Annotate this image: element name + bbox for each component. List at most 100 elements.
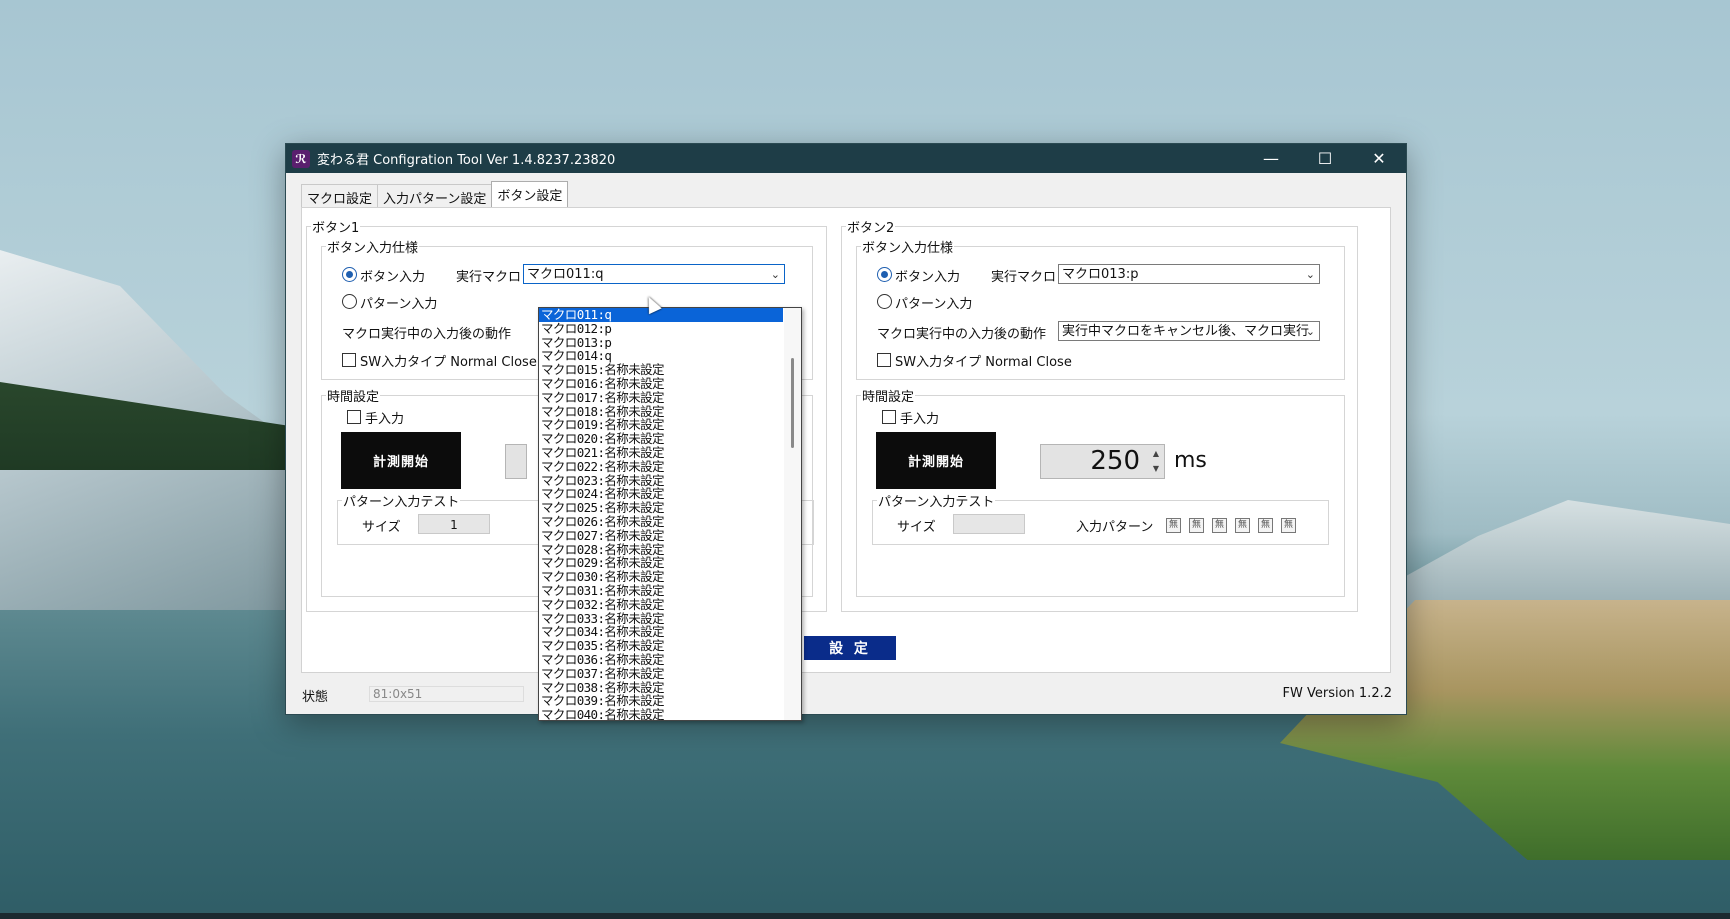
button1-spec-title: ボタン入力仕様 bbox=[327, 241, 419, 256]
button1-during-exec-label: マクロ実行中の入力後の動作 bbox=[342, 327, 512, 342]
chevron-down-icon: ⌄ bbox=[770, 268, 780, 281]
tab-strip: マクロ設定 入力パターン設定 ボタン設定 bbox=[301, 181, 569, 209]
button1-time-input[interactable] bbox=[505, 444, 527, 479]
button1-size-label: サイズ bbox=[362, 520, 401, 535]
maximize-button[interactable]: ☐ bbox=[1298, 144, 1352, 173]
dropdown-item[interactable]: マクロ038:名称未設定 bbox=[539, 681, 783, 695]
dropdown-item[interactable]: マクロ013:p bbox=[539, 336, 783, 350]
dropdown-item[interactable]: マクロ033:名称未設定 bbox=[539, 612, 783, 626]
taskbar-edge bbox=[0, 913, 1730, 919]
tab-input-pattern-settings[interactable]: 入力パターン設定 bbox=[377, 184, 493, 208]
dropdown-item[interactable]: マクロ017:名称未設定 bbox=[539, 391, 783, 405]
button2-sw-type-checkbox[interactable] bbox=[877, 353, 891, 367]
button2-measure-button[interactable]: 計測開始 bbox=[876, 432, 996, 489]
close-button[interactable]: ✕ bbox=[1352, 144, 1406, 173]
window-title: 変わる君 Configration Tool Ver 1.4.8237.2382… bbox=[317, 153, 616, 168]
button2-pattern-label: 入力パターン bbox=[1076, 520, 1154, 535]
dropdown-item[interactable]: マクロ022:名称未設定 bbox=[539, 460, 783, 474]
tab-page: ボタン1 ボタン入力仕様 ボタン入力 実行マクロ マクロ011:q ⌄ パターン… bbox=[301, 207, 1391, 673]
dropdown-item[interactable]: マクロ014:q bbox=[539, 349, 783, 363]
dropdown-item[interactable]: マクロ027:名称未設定 bbox=[539, 529, 783, 543]
dropdown-item[interactable]: マクロ026:名称未設定 bbox=[539, 515, 783, 529]
button1-title: ボタン1 bbox=[312, 221, 360, 236]
button2-radio-pattern-input[interactable] bbox=[877, 294, 892, 309]
status-label: 状態 bbox=[302, 690, 329, 705]
set-button[interactable]: 設 定 bbox=[804, 636, 896, 660]
title-bar[interactable]: ℛ 変わる君 Configration Tool Ver 1.4.8237.23… bbox=[286, 144, 1406, 173]
button2-size-label: サイズ bbox=[897, 520, 936, 535]
dropdown-item[interactable]: マクロ037:名称未設定 bbox=[539, 667, 783, 681]
button2-radio-button-input-label: ボタン入力 bbox=[895, 270, 961, 285]
button2-size-value bbox=[953, 514, 1025, 534]
chevron-down-icon: ⌄ bbox=[1305, 268, 1315, 281]
dropdown-item[interactable]: マクロ018:名称未設定 bbox=[539, 405, 783, 419]
button1-radio-pattern-input[interactable] bbox=[342, 294, 357, 309]
button1-sw-type-label: SW入力タイプ Normal Close bbox=[360, 355, 537, 370]
button1-measure-button[interactable]: 計測開始 bbox=[341, 432, 461, 489]
dropdown-item[interactable]: マクロ021:名称未設定 bbox=[539, 446, 783, 460]
dropdown-item[interactable]: マクロ020:名称未設定 bbox=[539, 432, 783, 446]
scrollbar-thumb[interactable] bbox=[791, 358, 794, 448]
button2-time-unit: ms bbox=[1174, 448, 1207, 473]
button2-during-exec-value: 実行中マクロをキャンセル後、マクロ実行 bbox=[1062, 324, 1310, 339]
dropdown-item[interactable]: マクロ025:名称未設定 bbox=[539, 501, 783, 515]
spinner-arrows-icon[interactable]: ▲ ▼ bbox=[1149, 446, 1163, 476]
pattern-box: 無 bbox=[1189, 518, 1204, 533]
dropdown-item[interactable]: マクロ023:名称未設定 bbox=[539, 474, 783, 488]
dropdown-item[interactable]: マクロ039:名称未設定 bbox=[539, 694, 783, 708]
dropdown-item[interactable]: マクロ031:名称未設定 bbox=[539, 584, 783, 598]
button2-time-title: 時間設定 bbox=[862, 390, 915, 405]
button2-sw-type-label: SW入力タイプ Normal Close bbox=[895, 355, 1072, 370]
button2-exec-macro-value: マクロ013:p bbox=[1062, 267, 1139, 282]
dropdown-items: マクロ011:q マクロ012:p マクロ013:p マクロ014:q マクロ015:名… bbox=[539, 308, 783, 720]
button2-manual-label: 手入力 bbox=[900, 412, 940, 427]
dropdown-item[interactable]: マクロ036:名称未設定 bbox=[539, 653, 783, 667]
macro-dropdown-list[interactable]: マクロ011:q マクロ012:p マクロ013:p マクロ014:q マクロ015:名… bbox=[538, 307, 802, 721]
button1-radio-pattern-input-label: パターン入力 bbox=[360, 297, 438, 312]
button1-size-value: 1 bbox=[418, 514, 490, 534]
fw-version: FW Version 1.2.2 bbox=[1282, 686, 1392, 701]
dropdown-item[interactable]: マクロ029:名称未設定 bbox=[539, 556, 783, 570]
tab-button-settings[interactable]: ボタン設定 bbox=[491, 181, 569, 209]
dropdown-item[interactable]: マクロ035:名称未設定 bbox=[539, 639, 783, 653]
dropdown-item[interactable]: マクロ012:p bbox=[539, 322, 783, 336]
dropdown-scrollbar[interactable] bbox=[784, 308, 801, 720]
pattern-box: 無 bbox=[1166, 518, 1181, 533]
button1-exec-macro-select[interactable]: マクロ011:q ⌄ bbox=[523, 264, 785, 284]
app-icon: ℛ bbox=[292, 149, 310, 168]
dropdown-item[interactable]: マクロ019:名称未設定 bbox=[539, 418, 783, 432]
button2-spec-title: ボタン入力仕様 bbox=[862, 241, 954, 256]
pattern-box: 無 bbox=[1281, 518, 1296, 533]
button2-manual-checkbox[interactable] bbox=[882, 410, 896, 424]
dropdown-item[interactable]: マクロ032:名称未設定 bbox=[539, 598, 783, 612]
button2-during-exec-select[interactable]: 実行中マクロをキャンセル後、マクロ実行 ⌄ bbox=[1058, 321, 1320, 341]
dropdown-item[interactable]: マクロ011:q bbox=[539, 308, 783, 322]
button2-time-input[interactable]: 250 ▲ ▼ bbox=[1040, 444, 1165, 479]
dropdown-item[interactable]: マクロ040:名称未設定 bbox=[539, 708, 783, 720]
dropdown-item[interactable]: マクロ024:名称未設定 bbox=[539, 487, 783, 501]
button2-radio-pattern-input-label: パターン入力 bbox=[895, 297, 973, 312]
button2-exec-macro-label: 実行マクロ bbox=[991, 270, 1057, 285]
button2-exec-macro-select[interactable]: マクロ013:p ⌄ bbox=[1058, 264, 1320, 284]
dropdown-item[interactable]: マクロ015:名称未設定 bbox=[539, 363, 783, 377]
button1-radio-button-input[interactable] bbox=[342, 267, 357, 282]
button2-test-title: パターン入力テスト bbox=[878, 495, 995, 510]
status-value: 81:0x51 bbox=[369, 686, 524, 702]
app-window: ℛ 変わる君 Configration Tool Ver 1.4.8237.23… bbox=[285, 143, 1407, 715]
pattern-box: 無 bbox=[1212, 518, 1227, 533]
button2-title: ボタン2 bbox=[847, 221, 895, 236]
button1-time-title: 時間設定 bbox=[327, 390, 380, 405]
button1-manual-checkbox[interactable] bbox=[347, 410, 361, 424]
button1-test-title: パターン入力テスト bbox=[343, 495, 460, 510]
dropdown-item[interactable]: マクロ034:名称未設定 bbox=[539, 625, 783, 639]
tab-macro-settings[interactable]: マクロ設定 bbox=[301, 184, 379, 208]
button1-exec-macro-label: 実行マクロ bbox=[456, 270, 522, 285]
button1-exec-macro-value: マクロ011:q bbox=[527, 267, 604, 282]
button2-radio-button-input[interactable] bbox=[877, 267, 892, 282]
dropdown-item[interactable]: マクロ016:名称未設定 bbox=[539, 377, 783, 391]
button1-radio-button-input-label: ボタン入力 bbox=[360, 270, 426, 285]
button1-sw-type-checkbox[interactable] bbox=[342, 353, 356, 367]
dropdown-item[interactable]: マクロ030:名称未設定 bbox=[539, 570, 783, 584]
minimize-button[interactable]: — bbox=[1244, 144, 1298, 173]
dropdown-item[interactable]: マクロ028:名称未設定 bbox=[539, 543, 783, 557]
